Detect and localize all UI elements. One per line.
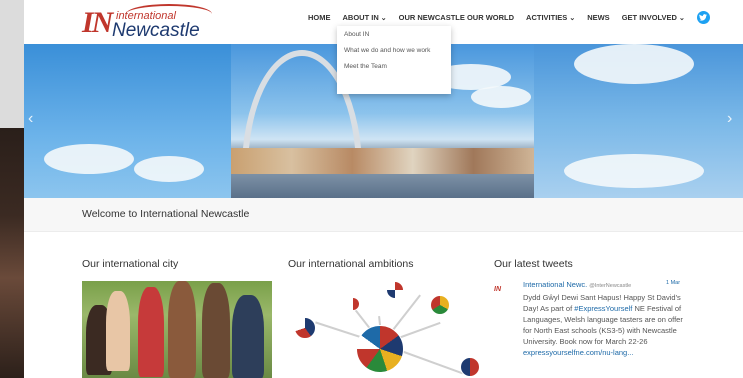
students-photo[interactable] <box>82 281 272 378</box>
chevron-down-icon: ⌄ <box>678 14 685 22</box>
tweets-title: Our latest tweets <box>494 258 573 270</box>
nav-home[interactable]: HOME <box>308 13 331 22</box>
dropdown-item-about-in[interactable]: About IN <box>344 30 444 39</box>
cloud <box>564 154 704 188</box>
quayside-buildings <box>231 148 534 174</box>
tweet-avatar: IN <box>494 286 501 293</box>
tweet-link[interactable]: expressyourselfne.com/nu-lang... <box>523 348 633 357</box>
nav-activities-label: ACTIVITIES <box>526 12 568 22</box>
chevron-down-icon: ⌄ <box>380 14 387 22</box>
person <box>232 295 264 378</box>
person <box>168 281 196 378</box>
hero-image-left <box>24 44 231 198</box>
tweet-hashtag[interactable]: #ExpressYourself <box>574 304 632 313</box>
cloud <box>44 144 134 174</box>
main-nav: HOME ABOUT IN ⌄ OUR NEWCASTLE OUR WORLD A… <box>308 10 710 24</box>
tweet-author-name: International Newc. <box>523 280 588 289</box>
about-in-dropdown: About IN What we do and how we work Meet… <box>337 26 451 94</box>
hero-image-right <box>534 44 743 198</box>
nav-news[interactable]: NEWS <box>587 13 610 22</box>
chevron-right-icon[interactable]: › <box>727 110 732 128</box>
dropdown-item-what-we-do[interactable]: What we do and how we work <box>344 46 444 55</box>
ambitions-title[interactable]: Our international ambitions <box>288 258 413 270</box>
nav-get-involved[interactable]: GET INVOLVED ⌄ <box>622 13 685 22</box>
cloud <box>574 44 694 84</box>
tweet-author[interactable]: International Newc. @InterNewcastle <box>523 280 631 289</box>
person <box>138 287 164 377</box>
cloud <box>134 156 204 182</box>
dropdown-item-meet-the-team[interactable]: Meet the Team <box>344 62 444 71</box>
flag-circle <box>346 297 360 311</box>
background-person-image <box>0 128 26 378</box>
nav-about-in[interactable]: ABOUT IN ⌄ <box>343 13 387 22</box>
flag-globe <box>356 325 404 373</box>
flag-circle <box>294 317 316 339</box>
logo-mark: IN <box>82 6 113 39</box>
nav-activities[interactable]: ACTIVITIES ⌄ <box>526 13 575 22</box>
flag-circle <box>460 357 480 377</box>
chevron-down-icon: ⌄ <box>569 14 576 22</box>
web-page: IN international Newcastle HOME ABOUT IN… <box>24 0 743 378</box>
flag-circle <box>430 295 450 315</box>
tweet-date[interactable]: 1 Mar <box>666 280 680 286</box>
person <box>202 283 230 378</box>
site-logo[interactable]: IN international Newcastle <box>82 4 212 41</box>
nav-about-in-label: ABOUT IN <box>342 12 379 22</box>
logo-bottom-text: Newcastle <box>112 20 200 41</box>
nav-get-involved-label: GET INVOLVED <box>621 12 677 22</box>
flags-globe-image[interactable] <box>288 281 480 378</box>
river-tyne <box>231 174 534 198</box>
cloud <box>471 86 531 108</box>
chevron-left-icon[interactable]: ‹ <box>28 110 33 128</box>
nav-our-newcastle[interactable]: OUR NEWCASTLE OUR WORLD <box>399 13 514 22</box>
tweet-handle: @InterNewcastle <box>589 283 632 289</box>
welcome-bar: Welcome to International Newcastle <box>24 198 743 232</box>
flag-circle <box>386 281 404 299</box>
twitter-icon[interactable] <box>696 10 710 24</box>
person <box>106 291 130 371</box>
tweet-body: Dydd Gŵyl Dewi Sant Hapus! Happy St Davi… <box>523 292 683 358</box>
city-title[interactable]: Our international city <box>82 258 178 270</box>
welcome-heading: Welcome to International Newcastle <box>82 208 250 220</box>
